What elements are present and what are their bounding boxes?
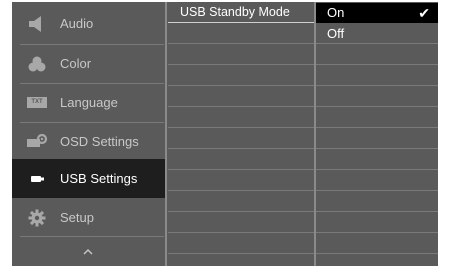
osd-menu: Audio Color TXT Language OSD Settings US…: [12, 2, 438, 266]
main-menu: Audio Color TXT Language OSD Settings US…: [12, 2, 166, 266]
scroll-up-button[interactable]: [12, 236, 164, 266]
row-divider: [168, 232, 314, 233]
gear-icon: [26, 209, 48, 227]
row-divider: [168, 43, 314, 44]
row-divider: [316, 106, 438, 107]
row-divider: [316, 232, 438, 233]
row-divider: [168, 190, 314, 191]
menu-item-color[interactable]: Color: [12, 44, 164, 83]
row-divider: [316, 148, 438, 149]
menu-item-audio[interactable]: Audio: [12, 4, 164, 43]
submenu-item-label: USB Standby Mode: [180, 5, 290, 19]
row-divider: [168, 148, 314, 149]
row-divider: [316, 127, 438, 128]
row-divider: [168, 211, 314, 212]
menu-item-label: Setup: [60, 210, 94, 225]
submenu-selected-underline: [168, 22, 314, 23]
speaker-icon: [26, 15, 48, 33]
menu-item-setup[interactable]: Setup: [12, 198, 164, 237]
row-divider: [168, 127, 314, 128]
column-divider: [165, 2, 167, 266]
menu-item-language[interactable]: TXT Language: [12, 83, 164, 122]
row-divider: [316, 169, 438, 170]
options-list: On ✔ Off: [316, 2, 438, 266]
menu-item-osd-settings[interactable]: OSD Settings: [12, 122, 164, 161]
option-on[interactable]: On ✔: [316, 3, 438, 23]
row-divider: [168, 85, 314, 86]
submenu: USB Standby Mode: [168, 2, 314, 266]
row-divider: [168, 106, 314, 107]
row-divider: [316, 253, 438, 254]
menu-item-label: Audio: [60, 16, 94, 31]
row-divider: [168, 64, 314, 65]
row-divider: [316, 43, 438, 44]
submenu-item-usb-standby-mode[interactable]: USB Standby Mode: [168, 2, 314, 22]
menu-item-label: USB Settings: [60, 171, 138, 186]
option-label: On: [327, 5, 345, 20]
chevron-up-icon: [83, 242, 93, 260]
row-divider: [316, 190, 438, 191]
menu-item-label: Language: [60, 95, 118, 110]
row-divider: [316, 64, 438, 65]
option-off[interactable]: Off: [316, 24, 438, 44]
language-icon-text: TXT: [27, 97, 47, 108]
osd-settings-icon: [26, 133, 48, 151]
language-icon: TXT: [26, 94, 48, 112]
menu-item-label: Color: [60, 56, 92, 71]
menu-item-label: OSD Settings: [60, 134, 139, 149]
usb-icon: [26, 170, 48, 188]
menu-item-usb-settings[interactable]: USB Settings: [12, 159, 166, 198]
row-divider: [316, 211, 438, 212]
checkmark-icon: ✔: [418, 5, 430, 21]
option-label: Off: [327, 26, 345, 41]
row-divider: [168, 253, 314, 254]
row-divider: [316, 85, 438, 86]
row-divider: [168, 169, 314, 170]
color-icon: [26, 55, 48, 73]
